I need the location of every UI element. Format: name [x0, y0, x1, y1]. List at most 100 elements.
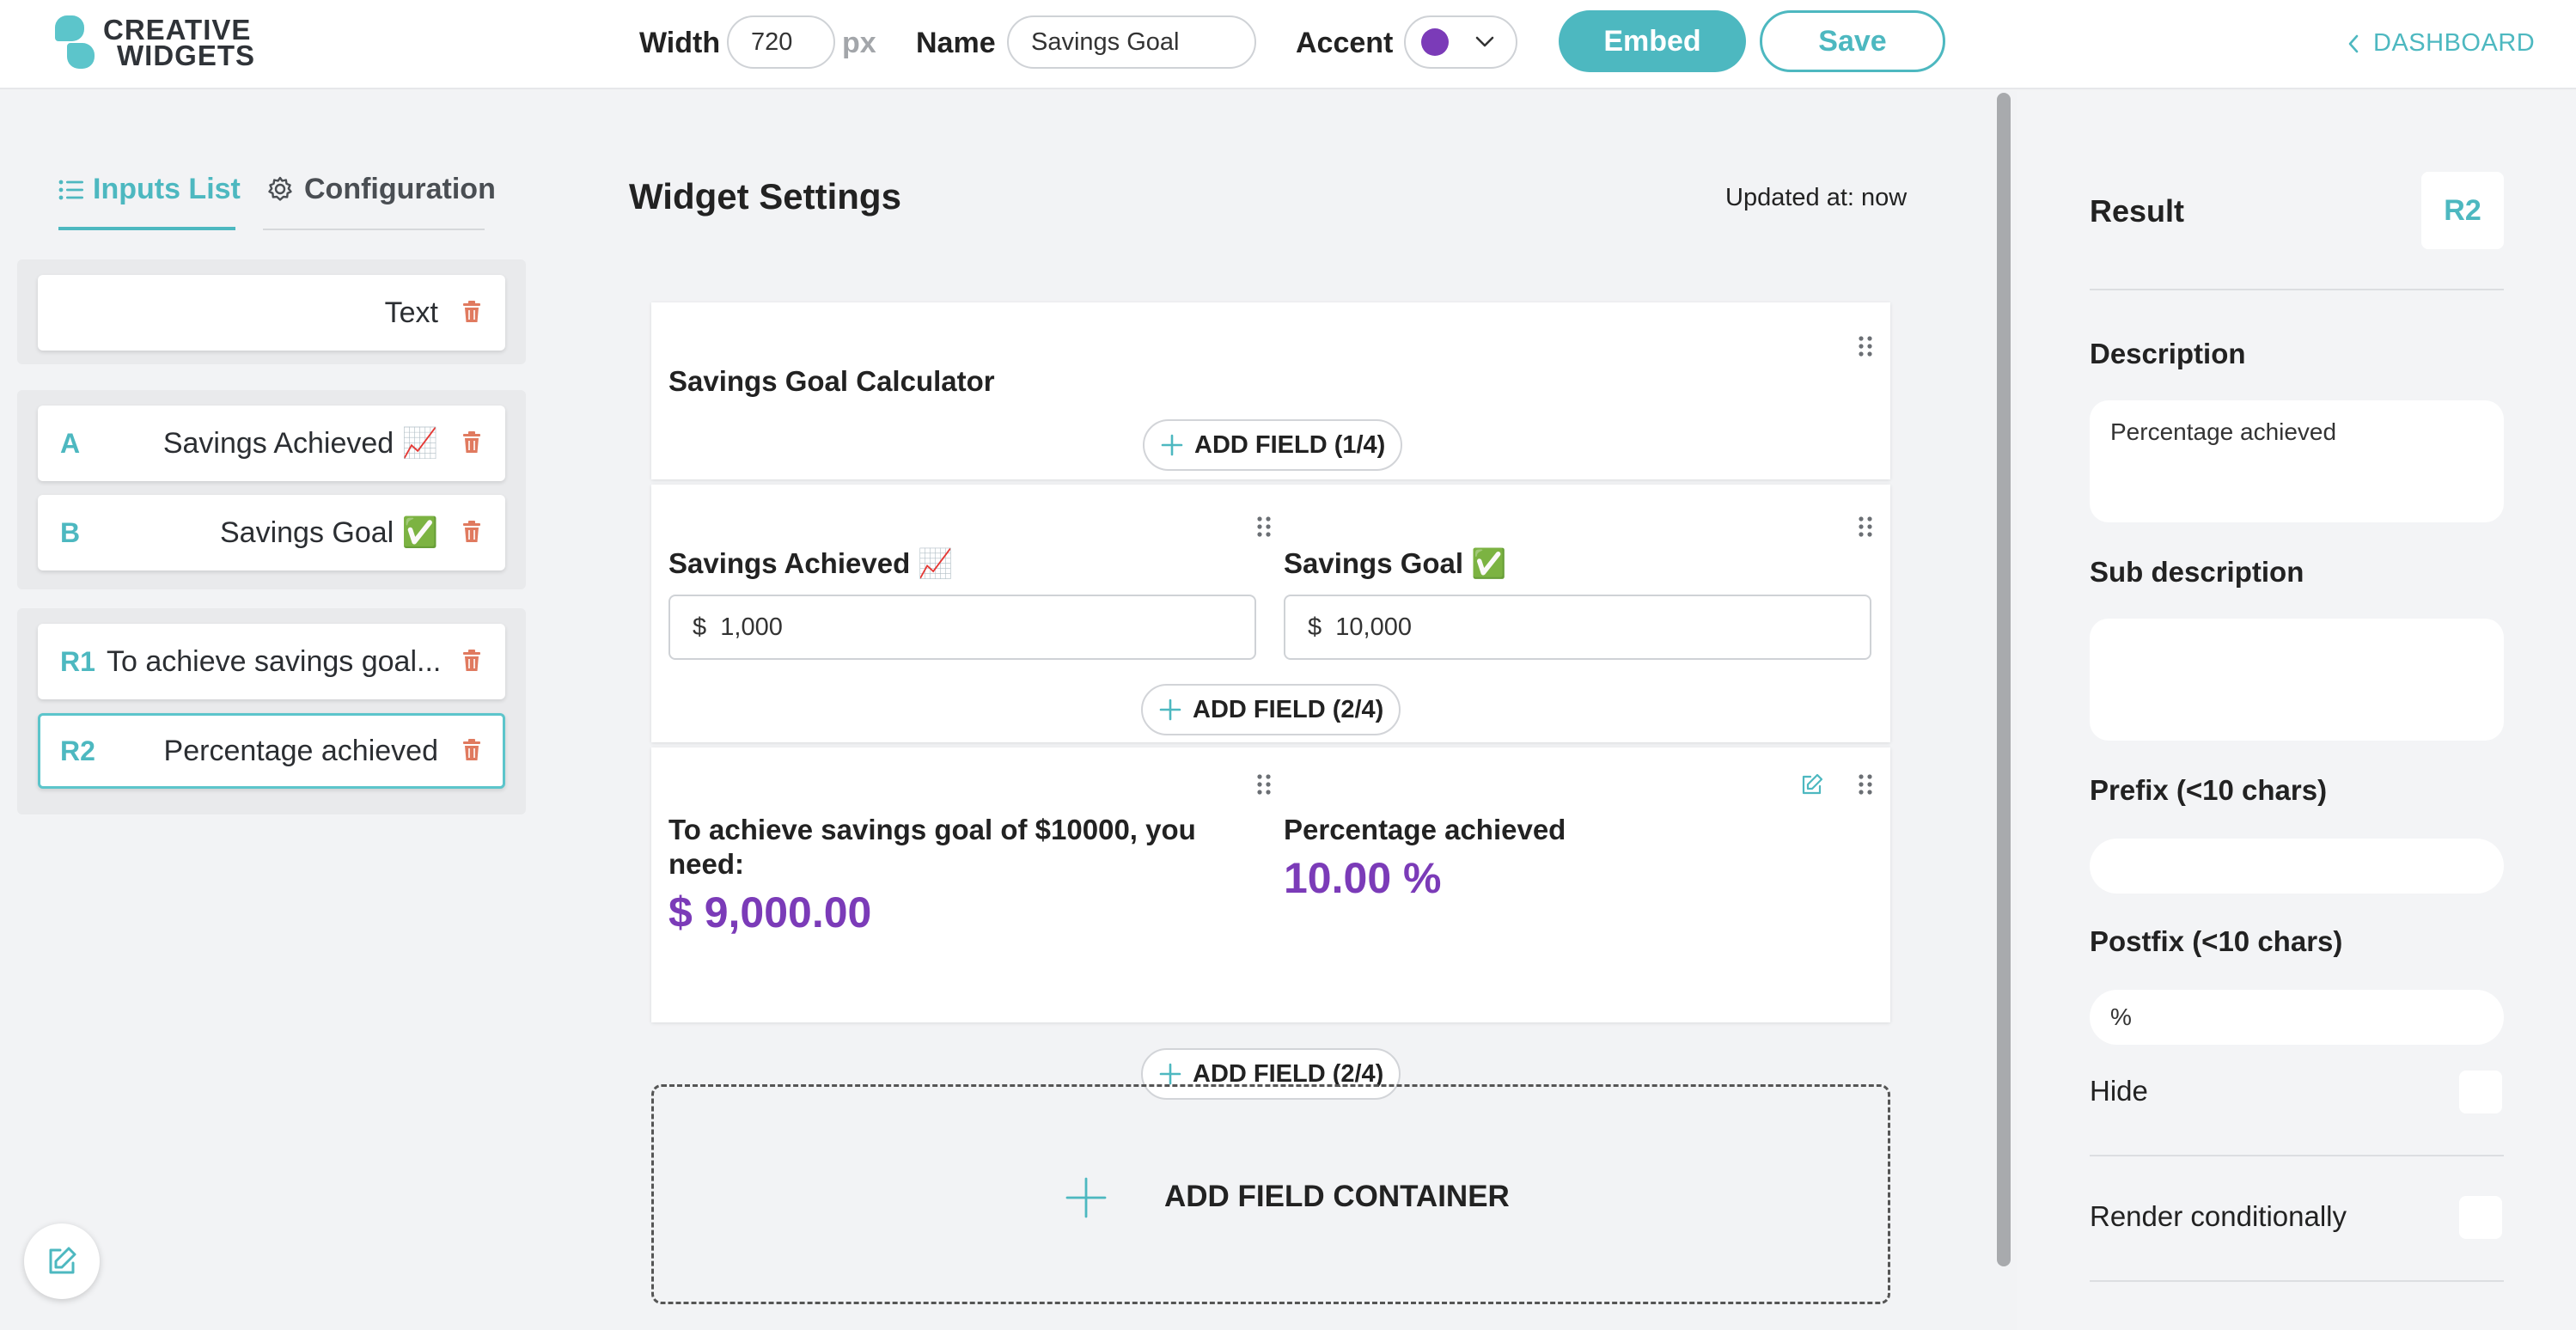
add-field-button[interactable]: ADD FIELD (1/4): [1143, 419, 1403, 471]
prefix-label: Prefix (<10 chars): [2090, 774, 2328, 806]
chevron-left-icon: [2348, 35, 2359, 53]
sub-description-textarea[interactable]: [2090, 619, 2504, 741]
drag-handle-icon[interactable]: [1858, 335, 1873, 357]
inputs-sidebar: Inputs List Configuration Text A Savings…: [0, 91, 546, 1330]
panel-title: Result: [2090, 193, 2185, 229]
drag-handle-icon[interactable]: [1858, 516, 1873, 538]
result-badge: R2: [60, 735, 95, 766]
add-field-label: ADD FIELD (1/4): [1194, 431, 1386, 459]
plus-icon: [1159, 1063, 1181, 1085]
dashboard-link-label: DASHBOARD: [2373, 29, 2536, 57]
prefix-input[interactable]: [2090, 839, 2504, 894]
width-label: Width: [639, 27, 721, 59]
render-conditionally-checkbox[interactable]: [2459, 1196, 2502, 1239]
input-group-results: R1 To achieve savings goal... R2 Percent…: [17, 608, 526, 814]
active-tab-indicator: [58, 227, 235, 230]
list-item-label: Savings Achieved 📈: [162, 427, 438, 460]
trash-icon[interactable]: [462, 739, 481, 761]
hide-label: Hide: [2090, 1075, 2148, 1107]
accent-color-swatch: [1421, 28, 1449, 56]
result-id-badge: R2: [2421, 172, 2504, 249]
list-item-label: Percentage achieved: [163, 735, 438, 767]
updated-status: Updated at: now: [1725, 184, 1908, 211]
list-item-label: Savings Goal ✅: [219, 516, 438, 549]
result-description-r2: Percentage achieved: [1284, 814, 1566, 845]
render-conditionally-label: Render conditionally: [2090, 1200, 2347, 1232]
plus-icon: [1161, 434, 1183, 456]
description-label: Description: [2090, 338, 2246, 369]
logo-text-line2: WIDGETS: [117, 40, 255, 71]
list-item-label: Text: [384, 296, 438, 329]
sub-description-label: Sub description: [2090, 556, 2304, 588]
field-label-savings-achieved: Savings Achieved 📈: [668, 547, 954, 579]
currency-prefix: $: [693, 613, 707, 641]
name-label: Name: [916, 27, 996, 59]
accent-label: Accent: [1296, 27, 1394, 59]
list-item-result-r1[interactable]: R1 To achieve savings goal...: [38, 624, 505, 699]
hide-checkbox[interactable]: [2459, 1071, 2502, 1113]
save-button[interactable]: Save: [1760, 10, 1945, 72]
input-badge: B: [60, 517, 81, 548]
savings-achieved-input[interactable]: $ 1,000: [668, 595, 1256, 660]
plus-icon: [1159, 699, 1181, 721]
embed-button[interactable]: Embed: [1559, 10, 1746, 72]
postfix-input[interactable]: %: [2090, 990, 2504, 1045]
divider: [2090, 1155, 2504, 1156]
result-settings-panel: Result R2 Description Percentage achieve…: [2017, 91, 2576, 1330]
trash-icon[interactable]: [462, 301, 481, 323]
edit-icon: [49, 1247, 76, 1274]
field-container-results: To achieve savings goal of $10000, you n…: [651, 747, 1890, 1100]
list-item-input-b[interactable]: B Savings Goal ✅: [38, 495, 505, 570]
accent-color-select[interactable]: [1404, 15, 1517, 69]
input-value: 10,000: [1335, 613, 1412, 641]
trash-icon[interactable]: [462, 431, 481, 454]
tab-inputs-list[interactable]: Inputs List: [58, 172, 241, 206]
result-description-r1: To achieve savings goal of $10000, you n…: [668, 814, 1196, 880]
gear-icon: [268, 176, 292, 201]
field-container-title: Savings Goal Calculator ADD FIELD (1/4): [651, 302, 1890, 479]
logo-mark-top: [55, 15, 84, 41]
postfix-label: Postfix (<10 chars): [2090, 925, 2343, 957]
result-value-r2: 10.00 %: [1284, 854, 1442, 902]
drag-handle-icon[interactable]: [1256, 773, 1272, 796]
input-group-text: Text: [17, 259, 526, 364]
add-field-button[interactable]: ADD FIELD (2/4): [1141, 684, 1401, 735]
list-item-text[interactable]: Text: [38, 275, 505, 351]
dashboard-link[interactable]: DASHBOARD: [2344, 26, 2535, 60]
scrollbar[interactable]: [1997, 93, 2011, 1266]
width-unit-label: px: [842, 27, 876, 59]
widget-heading[interactable]: Savings Goal Calculator: [668, 364, 995, 399]
creative-widgets-logo[interactable]: CREATIVE WIDGETS: [55, 15, 278, 72]
description-textarea[interactable]: Percentage achieved: [2090, 400, 2504, 522]
result-badge: R1: [60, 646, 95, 677]
list-icon: [58, 180, 83, 200]
tab-configuration-label: Configuration: [304, 173, 496, 205]
divider: [2090, 1280, 2504, 1282]
width-input[interactable]: 720: [727, 15, 835, 69]
add-field-label: ADD FIELD (2/4): [1193, 696, 1384, 723]
trash-icon[interactable]: [462, 650, 481, 672]
input-badge: A: [60, 428, 81, 459]
list-item-result-r2[interactable]: R2 Percentage achieved: [38, 713, 505, 789]
drag-handle-icon[interactable]: [1256, 516, 1272, 538]
tab-configuration[interactable]: Configuration: [266, 172, 496, 206]
page-title: Widget Settings: [629, 176, 901, 217]
list-item-label: To achieve savings goal...: [107, 645, 442, 678]
add-field-container-label: ADD FIELD CONTAINER: [1164, 1180, 1510, 1213]
edit-floating-button[interactable]: [24, 1223, 100, 1299]
plus-icon: [1065, 1177, 1107, 1218]
tab-underline: [263, 229, 485, 230]
input-group-values: A Savings Achieved 📈 B Savings Goal ✅: [17, 390, 526, 589]
currency-prefix: $: [1308, 613, 1322, 641]
divider: [2090, 289, 2504, 290]
name-input[interactable]: Savings Goal: [1007, 15, 1256, 69]
field-label-savings-goal: Savings Goal ✅: [1284, 547, 1507, 579]
trash-icon[interactable]: [462, 521, 481, 543]
savings-goal-input[interactable]: $ 10,000: [1284, 595, 1871, 660]
edit-icon[interactable]: [1801, 773, 1823, 796]
chevron-down-icon: [1475, 36, 1494, 47]
list-item-input-a[interactable]: A Savings Achieved 📈: [38, 406, 505, 481]
result-value-r1: $ 9,000.00: [668, 888, 872, 936]
add-field-container-button[interactable]: ADD FIELD CONTAINER: [651, 1084, 1890, 1304]
drag-handle-icon[interactable]: [1858, 773, 1873, 796]
